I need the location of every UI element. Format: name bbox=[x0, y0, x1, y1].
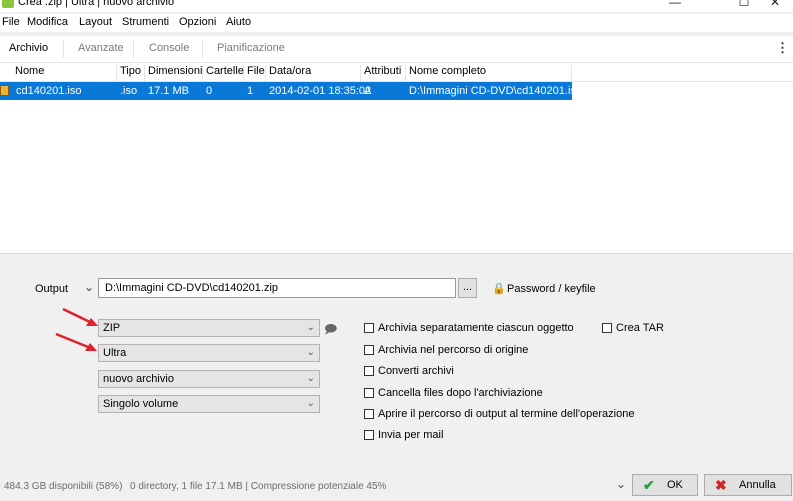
create-tar-checkbox[interactable]: Crea TAR bbox=[602, 322, 664, 336]
column-header-dimensioni[interactable]: Dimensioni bbox=[145, 65, 203, 81]
menu-file[interactable]: File bbox=[2, 16, 20, 28]
tab-avanzate[interactable]: Avanzate bbox=[78, 42, 124, 54]
output-path-input[interactable]: D:\Immagini CD-DVD\cd140201.zip bbox=[98, 278, 456, 298]
checkbox-box[interactable] bbox=[364, 388, 374, 398]
checkbox-box[interactable] bbox=[364, 366, 374, 376]
cell-attributes: A bbox=[364, 85, 372, 97]
table-row[interactable]: cd140201.iso .iso 17.1 MB 0 1 2014-02-01… bbox=[0, 82, 582, 100]
menu-modifica[interactable]: Modifica bbox=[27, 16, 68, 28]
mode-select[interactable]: nuovo archivio ⌄ bbox=[98, 370, 320, 388]
toolbar: Archivio Avanzate Console Pianificazione… bbox=[0, 36, 793, 63]
more-options-icon[interactable]: ⋮ bbox=[776, 40, 789, 56]
cell-size: 17.1 MB bbox=[148, 85, 189, 97]
mode-select-value: nuovo archivio bbox=[103, 373, 174, 385]
free-space-text: 484.3 GB disponibili (58%) bbox=[4, 481, 123, 492]
ok-label: OK bbox=[667, 479, 683, 491]
tab-divider bbox=[202, 40, 203, 58]
column-header-data-ora[interactable]: Data/ora bbox=[266, 65, 361, 81]
menu-layout[interactable]: Layout bbox=[79, 16, 112, 28]
cell-datetime: 2014-02-01 18:35:02 bbox=[269, 85, 372, 97]
cancel-label: Annulla bbox=[739, 479, 776, 491]
column-header-nome[interactable]: Nome bbox=[12, 65, 117, 81]
ok-button[interactable]: ✔ OK bbox=[632, 474, 698, 496]
cell-folders: 0 bbox=[206, 85, 213, 97]
column-header-cartelle[interactable]: Cartelle bbox=[203, 65, 244, 81]
column-header-file[interactable]: File bbox=[244, 65, 266, 81]
lock-icon: 🔒 bbox=[492, 283, 506, 295]
send-mail-label: Invia per mail bbox=[378, 429, 444, 441]
send-mail-checkbox[interactable]: Invia per mail bbox=[364, 429, 443, 443]
create-tar-label: Crea TAR bbox=[616, 322, 664, 334]
open-output-checkbox[interactable]: Aprire il percorso di output al termine … bbox=[364, 408, 634, 422]
archive-in-origin-checkbox[interactable]: Archivia nel percorso di origine bbox=[364, 344, 528, 358]
cell-name: cd140201.iso bbox=[16, 85, 82, 97]
iso-file-icon bbox=[0, 85, 9, 96]
format-select-value: ZIP bbox=[103, 322, 121, 334]
chevron-down-icon: ⌄ bbox=[306, 398, 315, 409]
app-logo-icon bbox=[2, 0, 14, 8]
title-bar: Crea .zip | Ultra | nuovo archivio — ☐ ✕ bbox=[0, 0, 793, 12]
menu-bar: File Modifica Layout Strumenti Opzioni A… bbox=[0, 14, 793, 32]
convert-archives-label: Converti archivi bbox=[378, 365, 454, 377]
close-button[interactable]: ✕ bbox=[752, 0, 793, 12]
close-icon: ✖ bbox=[715, 477, 727, 493]
chevron-down-icon: ⌄ bbox=[306, 322, 315, 333]
checkbox-box[interactable] bbox=[364, 409, 374, 419]
checkbox-box[interactable] bbox=[602, 323, 612, 333]
menu-aiuto[interactable]: Aiuto bbox=[226, 16, 251, 28]
red-arrow-format bbox=[62, 307, 98, 326]
compression-select[interactable]: Ultra ⌄ bbox=[98, 344, 320, 362]
status-bar: 484.3 GB disponibili (58%) 0 directory, … bbox=[0, 472, 793, 501]
checkbox-box[interactable] bbox=[364, 430, 374, 440]
tab-divider bbox=[63, 40, 64, 58]
column-header-attributi[interactable]: Attributi bbox=[361, 65, 406, 81]
summary-text: 0 directory, 1 file 17.1 MB | Compressio… bbox=[130, 481, 387, 492]
menu-opzioni[interactable]: Opzioni bbox=[179, 16, 216, 28]
delete-after-checkbox[interactable]: Cancella files dopo l'archiviazione bbox=[364, 387, 543, 401]
tab-archivio[interactable]: Archivio bbox=[9, 42, 48, 54]
volume-select-value: Singolo volume bbox=[103, 398, 179, 410]
comment-icon[interactable]: 🗩 bbox=[324, 320, 337, 341]
cancel-button[interactable]: ✖ Annulla bbox=[704, 474, 792, 496]
volume-select[interactable]: Singolo volume ⌄ bbox=[98, 395, 320, 413]
chevron-down-icon: ⌄ bbox=[306, 373, 315, 384]
compression-select-value: Ultra bbox=[103, 347, 127, 359]
format-select[interactable]: ZIP ⌄ bbox=[98, 319, 320, 337]
tab-pianificazione[interactable]: Pianificazione bbox=[217, 42, 285, 54]
chevron-down-icon[interactable]: ⌄ bbox=[616, 477, 626, 491]
checkbox-box[interactable] bbox=[364, 345, 374, 355]
browse-button[interactable]: ... bbox=[458, 278, 477, 298]
cell-files: 1 bbox=[247, 85, 254, 97]
options-panel: Output ⌄ D:\Immagini CD-DVD\cd140201.zip… bbox=[0, 254, 793, 501]
separate-objects-checkbox[interactable]: Archivia separatamente ciascun oggetto bbox=[364, 322, 574, 336]
list-header: Nome Tipo Dimensioni Cartelle File Data/… bbox=[0, 63, 793, 82]
output-dropdown-icon[interactable]: ⌄ bbox=[84, 280, 94, 294]
cell-type: .iso bbox=[120, 85, 138, 97]
file-list[interactable]: Nome Tipo Dimensioni Cartelle File Data/… bbox=[0, 63, 793, 254]
separate-objects-label: Archivia separatamente ciascun oggetto bbox=[378, 322, 574, 334]
output-label: Output bbox=[35, 283, 69, 295]
chevron-down-icon: ⌄ bbox=[306, 347, 315, 358]
archive-in-origin-label: Archivia nel percorso di origine bbox=[378, 344, 529, 356]
checkbox-box[interactable] bbox=[364, 323, 374, 333]
password-keyfile-link[interactable]: Password / keyfile bbox=[507, 283, 596, 295]
delete-after-label: Cancella files dopo l'archiviazione bbox=[378, 387, 543, 399]
check-icon: ✔ bbox=[643, 477, 655, 493]
red-arrow-compression bbox=[55, 332, 97, 351]
cell-full-name: D:\Immagini CD-DVD\cd140201.iso bbox=[409, 85, 583, 97]
menu-strumenti[interactable]: Strumenti bbox=[122, 16, 169, 28]
tab-console[interactable]: Console bbox=[149, 42, 189, 54]
convert-archives-checkbox[interactable]: Converti archivi bbox=[364, 365, 454, 379]
tab-divider bbox=[133, 40, 134, 58]
window-title: Crea .zip | Ultra | nuovo archivio bbox=[18, 0, 175, 8]
column-header-tipo[interactable]: Tipo bbox=[117, 65, 145, 81]
minimize-button[interactable]: — bbox=[652, 0, 698, 12]
column-header-nome-completo[interactable]: Nome completo bbox=[406, 65, 572, 81]
open-output-label: Aprire il percorso di output al termine … bbox=[378, 408, 635, 420]
